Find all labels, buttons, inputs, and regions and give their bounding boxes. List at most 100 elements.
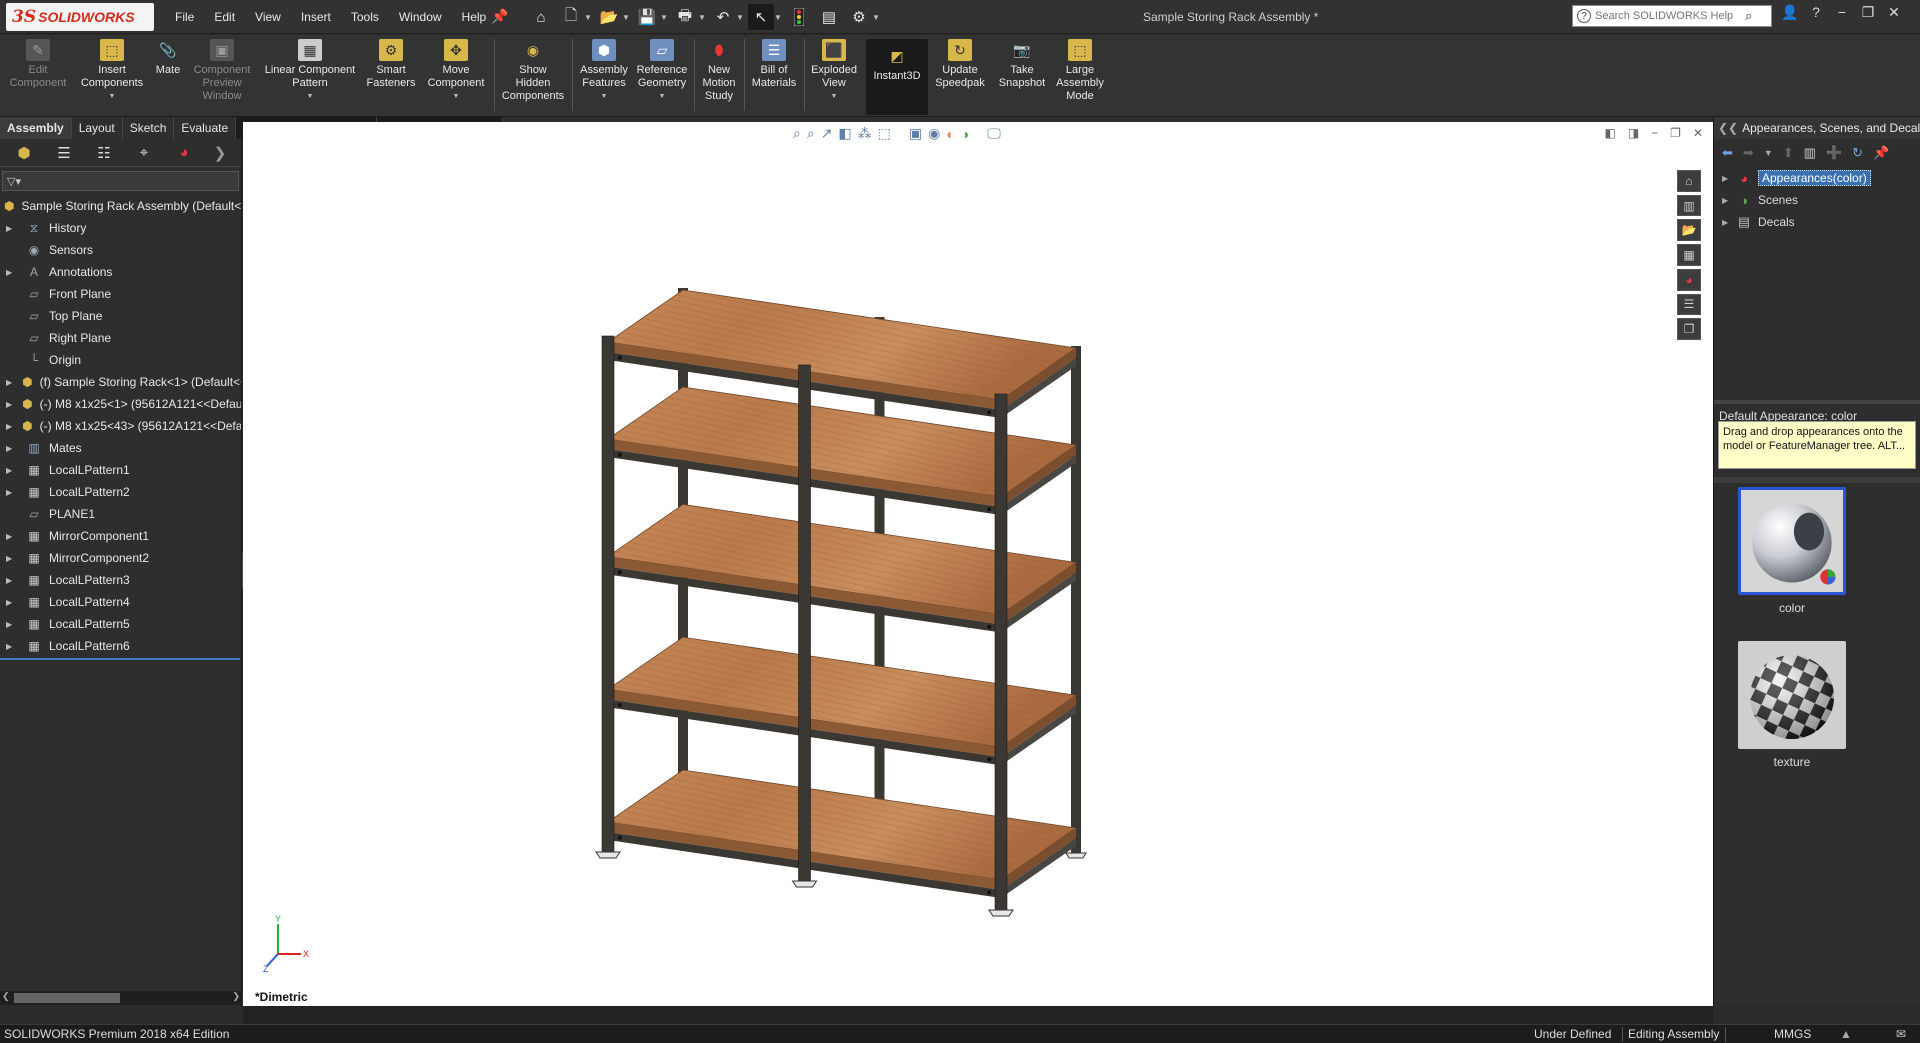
graphics-area[interactable]: ⌕ ⌕ ↗ ◧ ⁂ ⬚ ▣ ◉ ◐ ◑ 🖵 ◧ ◨ − ❐ ✕ Y X Z *D… (243, 122, 1713, 1006)
tree-item[interactable]: ▱ Right Plane (0, 327, 241, 349)
new-document-icon[interactable]: 🗋 (558, 4, 584, 30)
solidworks-resources-icon[interactable]: ⌂ (1677, 170, 1701, 192)
user-account-icon[interactable]: 👤 (1780, 4, 1800, 21)
menu-file[interactable]: File (175, 10, 194, 24)
view-palette-icon[interactable]: ▦ (1677, 244, 1701, 266)
appearance-swatch-texture[interactable]: texture (1736, 641, 1848, 769)
chevron-down-icon[interactable]: ▼ (872, 4, 880, 30)
tree-item[interactable]: ▶ A Annotations (0, 261, 241, 283)
appearance-swatch-color[interactable]: color (1736, 487, 1848, 615)
feature-manager-tab-icon[interactable]: ⬢ (4, 141, 44, 165)
file-properties-icon[interactable]: ▤ (816, 4, 842, 30)
viewport-minimize-icon[interactable]: − (1651, 126, 1658, 140)
view-orientation-icon[interactable]: ⬚ (878, 125, 891, 142)
unit-system-button[interactable]: MMGS (1774, 1027, 1811, 1041)
tree-item[interactable]: ⬢ Sample Storing Rack Assembly (Default<D… (0, 195, 241, 217)
scroll-left-icon[interactable]: ❮ (2, 991, 10, 1002)
tree-item[interactable]: ▱ PLANE1 (0, 503, 241, 525)
insert-components-button[interactable]: ⬚ Insert Components ▼ (76, 39, 148, 103)
tree-item[interactable]: ▶ ▦ LocalLPattern1 (0, 459, 241, 481)
help-question-icon[interactable]: ? (1577, 9, 1591, 23)
display-style-icon[interactable]: ▣ (909, 125, 922, 142)
take-snapshot-button[interactable]: 📷 Take Snapshot (994, 39, 1050, 90)
solidworks-logo[interactable]: 3S SOLIDWORKS (6, 3, 154, 31)
scroll-right-icon[interactable]: ❯ (232, 991, 240, 1002)
expand-arrow-icon[interactable]: ▶ (1722, 218, 1736, 227)
expand-arrow-icon[interactable]: ▶ (1722, 196, 1736, 205)
design-library-icon[interactable]: ▥ (1677, 194, 1701, 217)
add-location-icon[interactable]: ▥ (1804, 145, 1816, 161)
home-icon[interactable]: ⌂ (528, 4, 554, 30)
close-icon[interactable]: ✕ (1884, 4, 1904, 21)
tree-item[interactable]: ▶ ▦ MirrorComponent2 (0, 547, 241, 569)
tree-item[interactable]: ▶ ⬢ (f) Sample Storing Rack<1> (Default<<D… (0, 371, 241, 393)
tree-item[interactable]: ◉ Sensors (0, 239, 241, 261)
rebuild-traffic-light-icon[interactable] (786, 4, 812, 30)
appearances-tab-icon[interactable]: ◕ (1677, 268, 1701, 291)
storing-rack-model[interactable] (583, 192, 1223, 942)
move-component-button[interactable]: ✥ Move Component ▼ (424, 39, 488, 103)
menu-edit[interactable]: Edit (214, 10, 235, 24)
tree-item[interactable]: └ Origin (0, 349, 241, 371)
expand-arrow-icon[interactable]: ▶ (6, 598, 16, 607)
mate-button[interactable]: 📎 Mate (150, 39, 186, 77)
options-gear-icon[interactable]: ⚙ (846, 4, 872, 30)
tree-item[interactable]: ▶ ▦ LocalLPattern4 (0, 591, 241, 613)
tree-item[interactable]: ▶ ⬢ (-) M8 x1x25<1> (95612A121<<Default>_D… (0, 393, 241, 415)
zoom-to-fit-icon[interactable]: ⌕ (793, 125, 801, 142)
expand-arrow-icon[interactable]: ▶ (6, 378, 12, 387)
chevron-down-icon[interactable]: ▼ (453, 90, 460, 103)
pin-pane-icon[interactable]: 📌 (1873, 145, 1889, 161)
menu-tools[interactable]: Tools (351, 10, 379, 24)
dynamic-annotation-icon[interactable]: ⁂ (858, 125, 872, 142)
collapse-pane-icon[interactable]: ❮❮ (1718, 121, 1738, 135)
forward-arrow-icon[interactable]: ➡ (1743, 145, 1754, 161)
expand-arrow-icon[interactable]: ▶ (6, 532, 16, 541)
hide-show-items-icon[interactable]: ◉ (928, 125, 940, 142)
display-manager-tab-icon[interactable]: ◕ (164, 141, 204, 165)
chevron-up-icon[interactable]: ▲ (1840, 1027, 1852, 1041)
tree-filter[interactable]: ▽▾ (2, 171, 239, 191)
configuration-manager-tab-icon[interactable]: ☷ (84, 141, 124, 165)
menu-window[interactable]: Window (399, 10, 442, 24)
tab-assembly[interactable]: Assembly (0, 117, 72, 139)
tree-item[interactable]: ▶ ⬢ (-) M8 x1x25<43> (95612A121<<Default>_… (0, 415, 241, 437)
tree-item[interactable]: ▶ ⧖ History (0, 217, 241, 239)
add-folder-icon[interactable]: ➕ (1826, 145, 1842, 161)
search-icon[interactable]: ⌕ (1745, 8, 1752, 24)
select-arrow-icon[interactable]: ↖ (748, 4, 774, 30)
previous-view-icon[interactable]: ↗ (821, 125, 833, 142)
expand-arrow-icon[interactable]: ▶ (6, 554, 16, 563)
chevron-down-icon[interactable]: ▼ (698, 4, 706, 30)
reference-geometry-button[interactable]: ▱ Reference Geometry ▼ (634, 39, 690, 103)
expand-arrow-icon[interactable]: ▶ (6, 642, 16, 651)
appearance-tree-item[interactable]: ▶ ◑ Scenes (1714, 189, 1920, 211)
menu-help[interactable]: Help (462, 10, 487, 24)
edit-component-button[interactable]: ✎ Edit Component (6, 39, 70, 90)
chevron-down-icon[interactable]: ▼ (601, 90, 608, 103)
menu-view[interactable]: View (255, 10, 281, 24)
chevron-down-icon[interactable]: ▼ (774, 4, 782, 30)
gallery-separator[interactable] (1714, 477, 1920, 483)
tree-item[interactable]: ▱ Top Plane (0, 305, 241, 327)
chevron-down-icon[interactable]: ▼ (622, 4, 630, 30)
undo-icon[interactable]: ↶ (710, 4, 736, 30)
exploded-view-button[interactable]: ⬛ Exploded View ▼ (808, 39, 860, 103)
property-manager-tab-icon[interactable]: ☰ (44, 141, 84, 165)
expand-arrow-icon[interactable]: ▶ (6, 224, 16, 233)
chevron-down-icon[interactable]: ▼ (1764, 148, 1773, 158)
update-speedpak-button[interactable]: ↻ Update Speedpak (932, 39, 988, 90)
tree-item[interactable]: ▶ ▦ LocalLPattern2 (0, 481, 241, 503)
save-icon[interactable]: 💾 (634, 4, 660, 30)
tab-evaluate[interactable]: Evaluate (174, 117, 237, 139)
edit-appearance-icon[interactable]: ◐ (946, 126, 954, 142)
back-arrow-icon[interactable]: ⬅ (1722, 145, 1733, 161)
view-settings-icon[interactable]: 🖵 (987, 125, 1001, 142)
expand-arrow-icon[interactable]: ▶ (6, 444, 16, 453)
tree-item[interactable]: ▶ ▥ Mates (0, 437, 241, 459)
split-view-right-icon[interactable]: ◨ (1628, 126, 1639, 140)
chevron-down-icon[interactable]: ▼ (831, 90, 838, 103)
expand-arrow-icon[interactable]: ▶ (1722, 174, 1736, 183)
component-preview-window-button[interactable]: ▣ Component Preview Window (188, 39, 256, 103)
linear-component-pattern-button[interactable]: ▦ Linear Component Pattern ▼ (260, 39, 360, 103)
